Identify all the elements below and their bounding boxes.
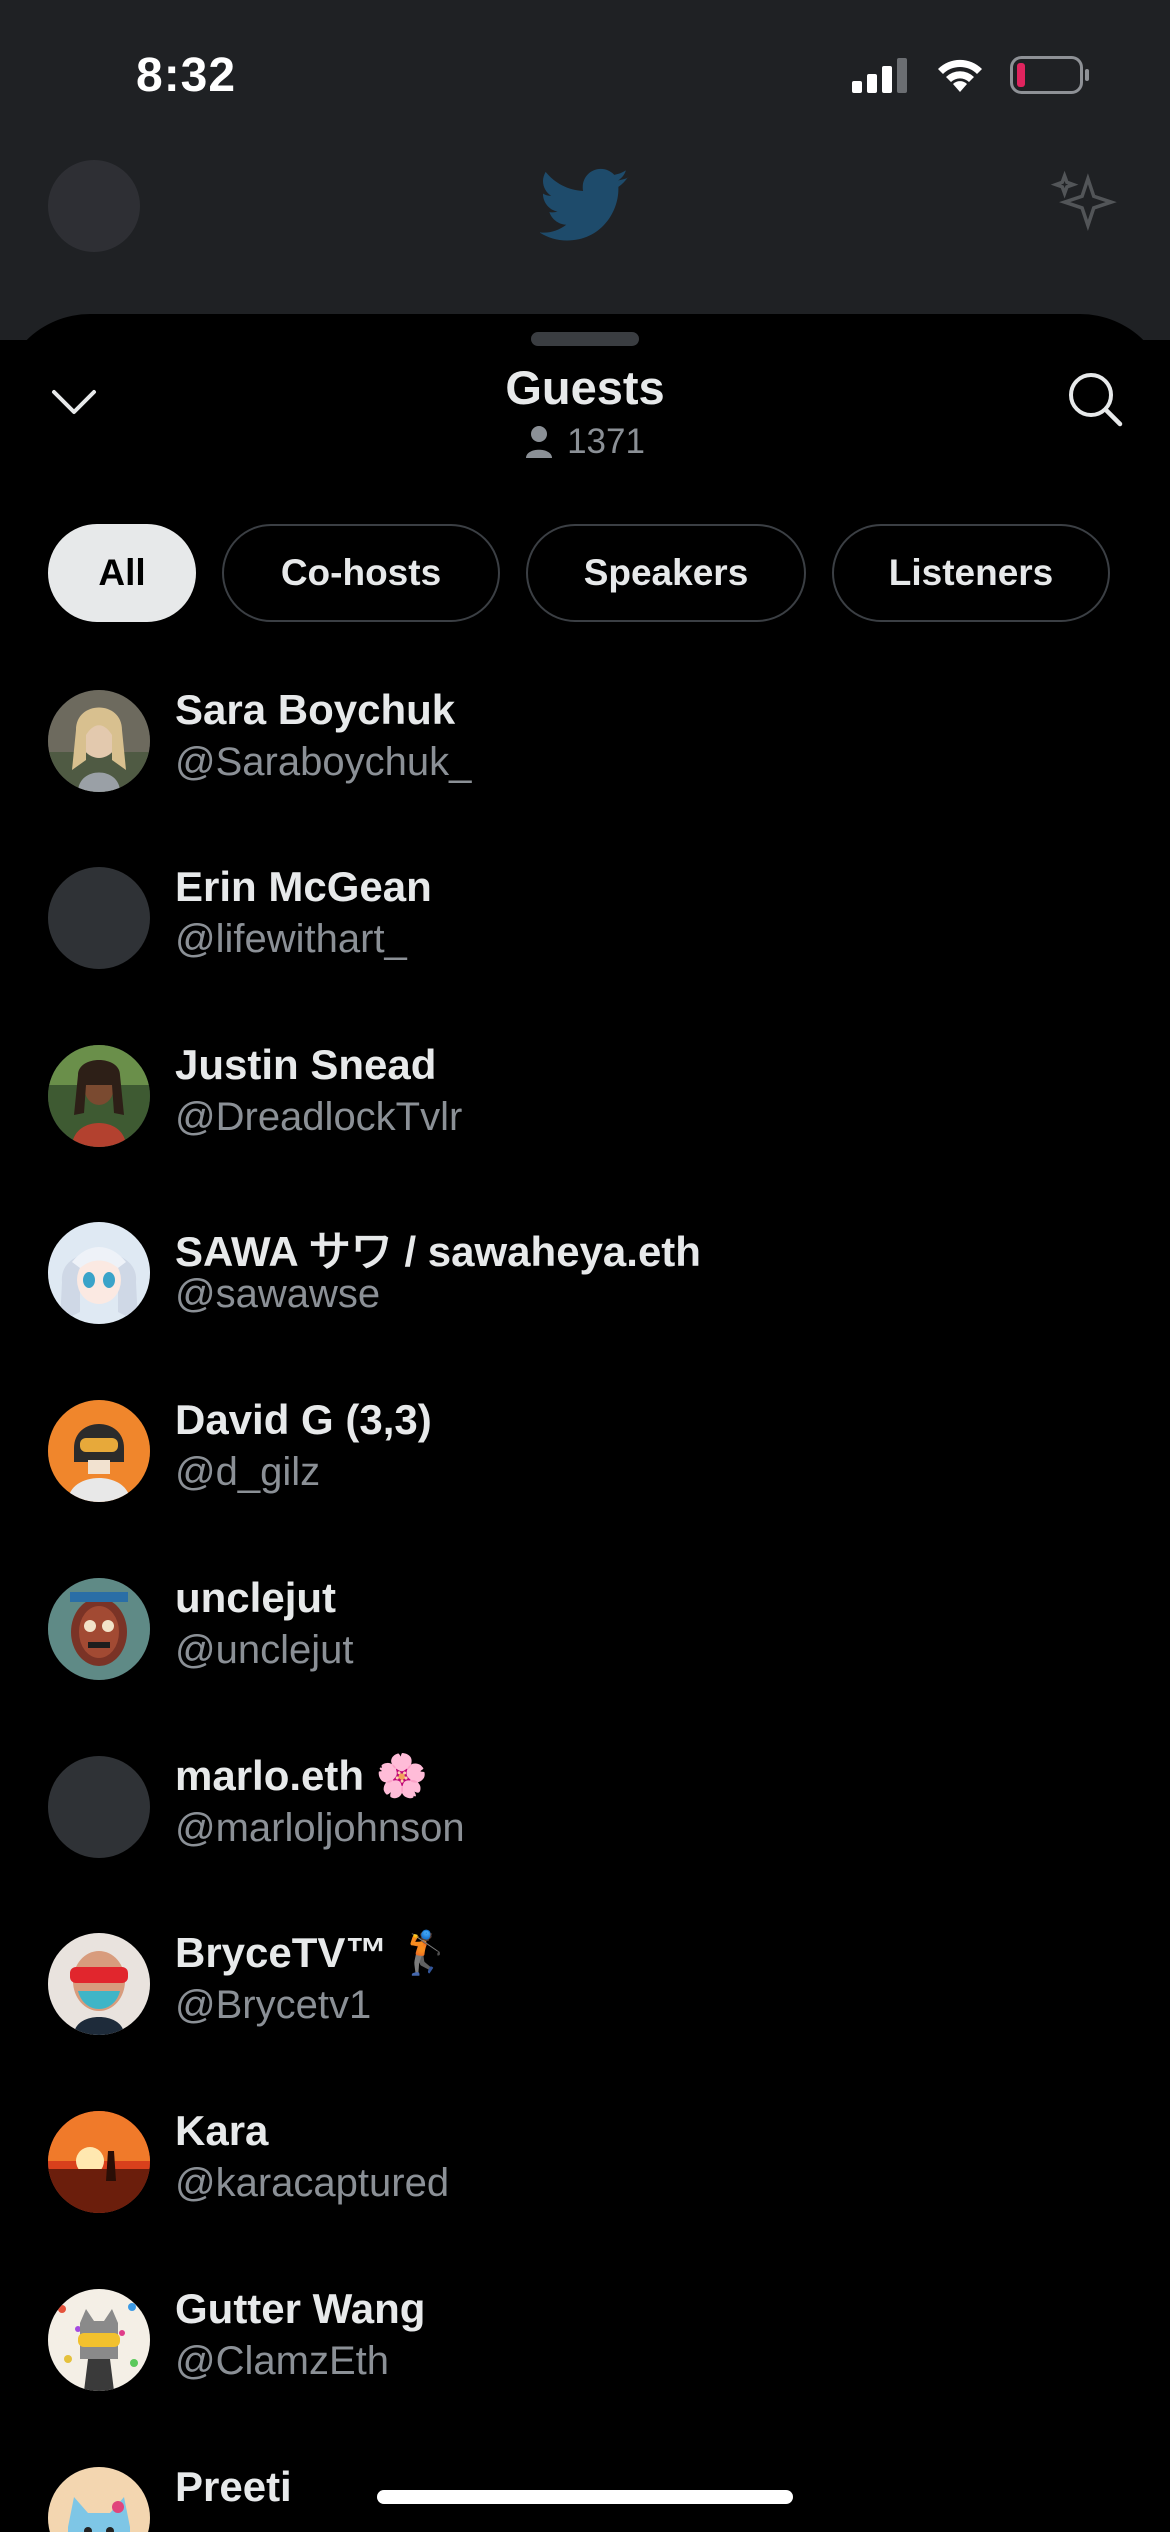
guest-name: unclejut: [175, 1574, 337, 1621]
search-button[interactable]: [1060, 364, 1130, 434]
guest-name: Preeti: [175, 2463, 292, 2510]
avatar: [48, 2289, 150, 2391]
avatar: [48, 1222, 150, 1324]
sheet-title: Guests: [505, 361, 665, 414]
guests-sheet: Guests 1371 All Co-hosts Speakers Listen…: [0, 314, 1170, 2532]
filter-chip-speakers[interactable]: Speakers: [526, 524, 806, 622]
filter-chip-all[interactable]: All: [48, 524, 196, 622]
guest-handle: @karacaptured: [175, 2161, 450, 2205]
filter-chip-listeners[interactable]: Listeners: [832, 524, 1110, 622]
guest-row[interactable]: Sara Boychuk @Saraboychuk_: [0, 686, 1170, 868]
guest-row[interactable]: Kara @karacaptured: [0, 2107, 1170, 2289]
avatar: [48, 1933, 150, 2035]
status-time: 8:32: [136, 49, 237, 102]
guest-count-value: 1371: [567, 422, 645, 461]
wifi-icon: [938, 59, 982, 92]
filter-tabs: All Co-hosts Speakers Listeners: [48, 524, 1110, 622]
guest-handle: @Brycetv1: [175, 1983, 372, 2027]
guest-row[interactable]: SAWA サワ / sawaheya.eth @sawawse: [0, 1222, 1170, 1400]
guest-handle: @DreadlockTvlr: [175, 1095, 463, 1139]
sparkle-icon: [1050, 170, 1120, 245]
guest-name: Justin Snead: [175, 1041, 437, 1088]
guest-row[interactable]: BryceTV™ 🏌️ @Brycetv1: [0, 1929, 1170, 2111]
twitter-bird-icon: [539, 168, 630, 249]
avatar: [48, 867, 150, 969]
guest-handle: @ClamzEth: [175, 2339, 389, 2383]
avatar: [48, 1578, 150, 1680]
guest-handle: @unclejut: [175, 1628, 354, 1672]
guest-name: marlo.eth 🌸: [175, 1752, 429, 1799]
filter-chip-co-hosts[interactable]: Co-hosts: [222, 524, 500, 622]
guest-row[interactable]: David G (3,3) @d_gilz: [0, 1396, 1170, 1578]
guest-name: Erin McGean: [175, 863, 432, 910]
person-icon: [526, 426, 553, 458]
guest-name: BryceTV™ 🏌️: [175, 1929, 452, 1976]
guest-handle: @Saraboychuk_: [175, 740, 472, 784]
guest-name: David G (3,3): [175, 1396, 432, 1443]
avatar: [48, 1756, 150, 1858]
guest-handle: @sawawse: [175, 1272, 381, 1316]
battery-icon: [1010, 56, 1089, 94]
avatar: [48, 1400, 150, 1502]
guest-row[interactable]: marlo.eth 🌸 @marloljohnson: [0, 1752, 1170, 1934]
home-indicator[interactable]: [377, 2490, 793, 2504]
guest-row[interactable]: Gutter Wang @ClamzEth: [0, 2285, 1170, 2467]
guest-handle: @lifewithart_: [175, 917, 407, 961]
status-bar: 8:32: [0, 0, 1170, 150]
signal-icon: [852, 58, 907, 93]
sheet-grabber[interactable]: [531, 332, 639, 346]
avatar: [48, 2111, 150, 2213]
guest-count: 1371: [0, 422, 1170, 462]
avatar: [48, 1045, 150, 1147]
status-icons: [852, 56, 1090, 94]
guest-row[interactable]: Erin McGean @lifewithart_: [0, 863, 1170, 1045]
guest-handle: @marloljohnson: [175, 1806, 465, 1850]
search-icon: [1069, 373, 1123, 427]
guest-handle: @d_gilz: [175, 1450, 321, 1494]
guest-row[interactable]: Justin Snead @DreadlockTvlr: [0, 1041, 1170, 1223]
guest-row[interactable]: unclejut @unclejut: [0, 1574, 1170, 1756]
guest-name: Kara: [175, 2107, 269, 2154]
avatar: [48, 690, 150, 792]
guest-name: SAWA サワ / sawaheya.eth: [175, 1228, 701, 1275]
avatar: [48, 2467, 150, 2532]
profile-avatar: [48, 160, 140, 252]
guest-name: Gutter Wang: [175, 2285, 426, 2332]
guest-name: Sara Boychuk: [175, 686, 456, 733]
